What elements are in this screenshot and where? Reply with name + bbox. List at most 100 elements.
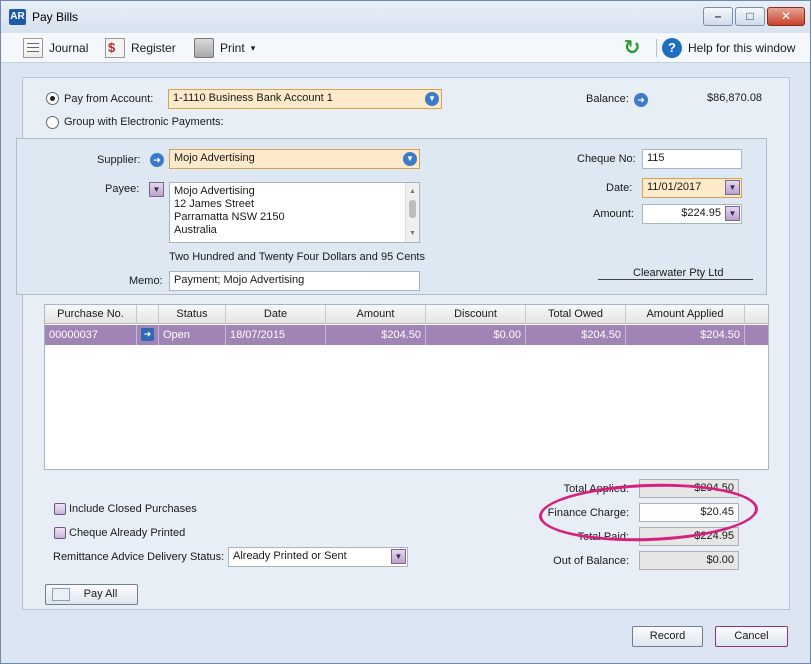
close-button[interactable]: ✕: [767, 7, 805, 26]
calendar-dropdown-icon[interactable]: ▼: [725, 180, 740, 195]
dropdown-icon[interactable]: ▼: [391, 549, 406, 564]
print-button[interactable]: Print ▾: [194, 37, 255, 59]
cancel-button[interactable]: Cancel: [715, 626, 788, 647]
col-total-owed[interactable]: Total Owed: [526, 305, 626, 324]
register-button[interactable]: Register: [105, 37, 176, 59]
record-label: Record: [649, 630, 686, 642]
balance-label: Balance:: [586, 93, 629, 105]
cell-discount: $0.00: [426, 325, 526, 345]
col-amount-applied[interactable]: Amount Applied: [626, 305, 745, 324]
pay-from-account-radio[interactable]: [46, 92, 59, 105]
maximize-icon: □: [746, 9, 754, 23]
pay-bills-window: AR Pay Bills – □ ✕ Journal Register Prin…: [0, 0, 811, 664]
cell-date: 18/07/2015: [226, 325, 326, 345]
pay-all-button[interactable]: Pay All: [45, 584, 138, 605]
payee-line: Australia: [174, 224, 217, 236]
register-label: Register: [131, 41, 176, 55]
col-purchase-no[interactable]: Purchase No.: [45, 305, 137, 324]
date-label: Date:: [606, 182, 633, 194]
balance-arrow-icon[interactable]: ➜: [634, 93, 648, 107]
journal-icon: [23, 38, 43, 58]
amount-label: Amount:: [593, 208, 634, 220]
dropdown-icon[interactable]: ▼: [403, 152, 417, 166]
cell-status: Open: [159, 325, 226, 345]
scroll-down-icon[interactable]: ▼: [409, 227, 416, 240]
refresh-button[interactable]: ↻: [622, 37, 642, 59]
col-date[interactable]: Date: [226, 305, 326, 324]
toolbar-divider: [656, 39, 657, 57]
payee-line: Parramatta NSW 2150: [174, 211, 285, 223]
group-electronic-radio[interactable]: [46, 116, 59, 129]
col-status[interactable]: Status: [159, 305, 226, 324]
company-name: Clearwater Pty Ltd: [633, 267, 724, 279]
pay-all-label: Pay All: [83, 588, 118, 600]
maximize-button[interactable]: □: [735, 7, 765, 26]
pay-from-account-label: Pay from Account:: [64, 93, 154, 105]
supplier-arrow-icon[interactable]: ➜: [150, 153, 164, 167]
amount-in-words: Two Hundred and Twenty Four Dollars and …: [169, 251, 425, 263]
payee-line: Mojo Advertising: [174, 185, 255, 197]
help-label: Help for this window: [688, 41, 796, 55]
minimize-icon: –: [714, 9, 722, 23]
cheque-no-label: Cheque No:: [577, 153, 636, 165]
col-link: [137, 305, 159, 324]
include-closed-label: Include Closed Purchases: [69, 503, 197, 515]
include-closed-checkbox[interactable]: [54, 503, 66, 515]
purchases-table: Purchase No. Status Date Amount Discount…: [44, 304, 769, 470]
title-bar: AR Pay Bills – □ ✕: [1, 1, 810, 33]
record-button[interactable]: Record: [632, 626, 703, 647]
help-button[interactable]: ? Help for this window: [662, 37, 795, 59]
print-label: Print: [220, 41, 245, 55]
supplier-label: Supplier:: [97, 154, 141, 166]
register-icon: [105, 38, 125, 58]
supplier-value: Mojo Advertising: [174, 152, 255, 164]
cheque-no-value: 115: [647, 152, 665, 164]
balance-value: $86,870.08: [707, 92, 763, 104]
group-electronic-label: Group with Electronic Payments:: [64, 116, 224, 128]
window-title: Pay Bills: [32, 10, 79, 24]
supplier-select[interactable]: Mojo Advertising ▼: [169, 149, 420, 169]
payee-dropdown-icon[interactable]: ▼: [149, 182, 164, 197]
payee-address-field[interactable]: Mojo Advertising 12 James Street Parrama…: [169, 182, 420, 243]
dropdown-icon[interactable]: ▼: [425, 92, 439, 106]
cheque-no-field[interactable]: 115: [642, 149, 742, 169]
col-discount[interactable]: Discount: [426, 305, 526, 324]
cell-amount-applied[interactable]: $204.50: [626, 325, 745, 345]
cell-total-owed: $204.50: [526, 325, 626, 345]
row-arrow-icon[interactable]: ➜: [141, 328, 154, 341]
signature-line: [598, 279, 753, 280]
remittance-select[interactable]: Already Printed or Sent ▼: [228, 547, 408, 567]
chevron-down-icon: ▾: [250, 42, 256, 53]
toolbar: Journal Register Print ▾ ↻ ? Help for th…: [1, 33, 810, 63]
remittance-label: Remittance Advice Delivery Status:: [53, 551, 225, 563]
amount-value: $224.95: [681, 207, 721, 219]
cell-amount: $204.50: [326, 325, 426, 345]
help-icon: ?: [662, 38, 682, 58]
app-icon: AR: [9, 9, 26, 25]
remittance-value: Already Printed or Sent: [233, 550, 347, 562]
pay-from-account-value: 1-1110 Business Bank Account 1: [173, 92, 333, 104]
amount-field[interactable]: $224.95 ▼: [642, 204, 742, 224]
date-field[interactable]: 11/01/2017 ▼: [642, 178, 742, 198]
pay-all-icon: [52, 588, 70, 601]
cancel-label: Cancel: [734, 630, 769, 642]
table-row[interactable]: 00000037 ➜ Open 18/07/2015 $204.50 $0.00…: [45, 325, 768, 345]
pay-from-account-select[interactable]: 1-1110 Business Bank Account 1 ▼: [168, 89, 442, 109]
scroll-up-icon[interactable]: ▲: [409, 185, 416, 198]
scroll-thumb[interactable]: [409, 200, 416, 218]
journal-label: Journal: [49, 41, 89, 55]
minimize-button[interactable]: –: [703, 7, 733, 26]
refresh-icon: ↻: [623, 37, 641, 59]
journal-button[interactable]: Journal: [23, 37, 88, 59]
col-amount[interactable]: Amount: [326, 305, 426, 324]
date-value: 11/01/2017: [647, 181, 702, 193]
cheque-printed-checkbox[interactable]: [54, 527, 66, 539]
payee-label: Payee:: [105, 183, 140, 195]
cell-purchase-no: 00000037: [45, 325, 137, 345]
payee-scrollbar[interactable]: ▲ ▼: [405, 183, 419, 242]
memo-field[interactable]: Payment; Mojo Advertising: [169, 271, 420, 291]
out-of-balance-label: Out of Balance:: [553, 555, 629, 567]
memo-label: Memo:: [129, 275, 163, 287]
cheque-printed-label: Cheque Already Printed: [69, 527, 186, 539]
amount-dropdown-icon[interactable]: ▼: [725, 206, 740, 221]
